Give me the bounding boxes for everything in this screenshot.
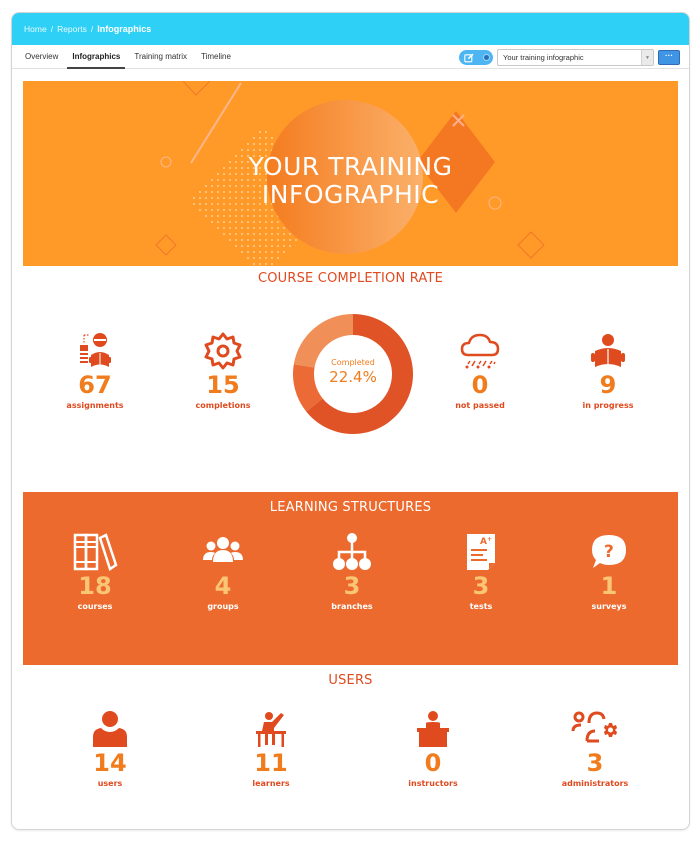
tab-infographics[interactable]: Infographics (65, 45, 127, 69)
donut-value: 22.4% (329, 368, 377, 386)
group-icon (203, 537, 243, 562)
breadcrumb-home[interactable]: Home (24, 24, 47, 34)
completions-count: 15 (206, 371, 240, 399)
learner-icon (256, 712, 286, 747)
stat-surveys: ? 1 surveys (559, 532, 659, 611)
stat-in-progress: 9 in progress (558, 331, 658, 410)
diamond-outline-shape (155, 234, 177, 256)
infographic-banner: YOUR TRAINING INFOGRAPHIC (23, 81, 678, 266)
stat-administrators: 3 administrators (545, 709, 645, 788)
breadcrumb-reports[interactable]: Reports (57, 24, 87, 34)
instructors-label: instructors (408, 779, 458, 788)
breadcrumb-current: Infographics (97, 24, 152, 34)
chevron-down-icon: ▼ (641, 50, 653, 65)
stat-completions: 15 completions (173, 331, 273, 410)
stat-branches: 3 branches (302, 532, 402, 611)
groups-label: groups (207, 602, 239, 611)
user-icon (93, 711, 127, 747)
banner-title-line2: INFOGRAPHIC (261, 180, 440, 209)
completion-donut-chart: Completed 22.4% (293, 314, 413, 434)
header-bar: Home / Reports / Infographics (12, 13, 689, 45)
donut-label: Completed (331, 358, 375, 367)
donut-center-text: Completed 22.4% (293, 358, 413, 386)
tab-timeline[interactable]: Timeline (194, 45, 238, 68)
tab-overview[interactable]: Overview (18, 45, 65, 68)
not-passed-count: 0 (471, 371, 489, 399)
infographic-select-value: Your training infographic (503, 53, 584, 62)
stat-courses: 18 courses (45, 532, 145, 611)
instructor-icon (417, 711, 449, 747)
app-window: Home / Reports / Infographics Overview I… (11, 12, 690, 830)
administrators-label: administrators (561, 779, 629, 788)
tests-label: tests (469, 602, 493, 611)
branches-label: branches (331, 602, 373, 611)
test-document-icon: A + (467, 534, 495, 570)
stat-learners: 11 learners (221, 709, 321, 788)
admin-users-gear-icon (571, 711, 617, 743)
branches-icon (333, 533, 371, 570)
breadcrumb-separator: / (90, 24, 94, 34)
stat-not-passed: 0 not passed (430, 331, 530, 410)
diamond-outline-shape (182, 81, 211, 96)
stat-users: 14 users (60, 709, 160, 788)
edit-icon (464, 53, 474, 62)
svg-text:A: A (480, 537, 487, 547)
stat-tests: A + 3 tests (431, 532, 531, 611)
assignments-count: 67 (78, 371, 112, 399)
surveys-count: 1 (600, 572, 618, 600)
users-label: users (97, 779, 123, 788)
svg-text:+: + (487, 536, 492, 543)
rain-cloud-icon (460, 333, 500, 369)
more-options-button[interactable]: ··· (658, 50, 680, 65)
learning-structures-title: LEARNING STRUCTURES (269, 500, 432, 515)
tests-count: 3 (472, 572, 490, 600)
stat-assignments: 67 assignments (45, 331, 145, 410)
instructors-count: 0 (424, 749, 442, 777)
learning-structures-panel: LEARNING STRUCTURES 18 courses 4 groups … (23, 492, 678, 665)
stat-groups: 4 groups (173, 532, 273, 611)
tab-tools: Your training infographic ▼ ··· (459, 49, 680, 66)
assignment-reader-icon (80, 333, 111, 367)
users-section-title: USERS (328, 673, 373, 688)
learners-count: 11 (254, 749, 288, 777)
completion-section-title: COURSE COMPLETION RATE (257, 271, 444, 286)
learners-label: learners (252, 779, 290, 788)
completions-label: completions (195, 401, 251, 410)
gear-icon (204, 332, 242, 370)
not-passed-label: not passed (455, 401, 505, 410)
diagonal-line-shape (190, 82, 242, 164)
banner-title-line1: YOUR TRAINING (248, 152, 453, 181)
question-bubble-icon: ? (592, 535, 626, 568)
diamond-outline-shape (517, 231, 545, 259)
tab-bar: Overview Infographics Training matrix Ti… (12, 45, 689, 69)
edit-toggle[interactable] (459, 50, 493, 65)
administrators-count: 3 (586, 749, 604, 777)
courses-count: 18 (78, 572, 112, 600)
banner-title: YOUR TRAINING INFOGRAPHIC (23, 153, 678, 209)
tab-training-matrix[interactable]: Training matrix (127, 45, 194, 68)
infographic-select[interactable]: Your training infographic ▼ (497, 49, 654, 66)
reading-person-icon (591, 334, 625, 367)
assignments-label: assignments (66, 401, 124, 410)
toggle-knob (483, 54, 490, 61)
users-count: 14 (93, 749, 127, 777)
breadcrumb-separator: / (50, 24, 54, 34)
books-icon (73, 533, 118, 571)
in-progress-label: in progress (582, 401, 634, 410)
courses-label: courses (77, 602, 113, 611)
groups-count: 4 (214, 572, 232, 600)
branches-count: 3 (343, 572, 361, 600)
stat-instructors: 0 instructors (383, 709, 483, 788)
surveys-label: surveys (591, 602, 627, 611)
svg-text:?: ? (604, 542, 614, 562)
in-progress-count: 9 (599, 371, 617, 399)
